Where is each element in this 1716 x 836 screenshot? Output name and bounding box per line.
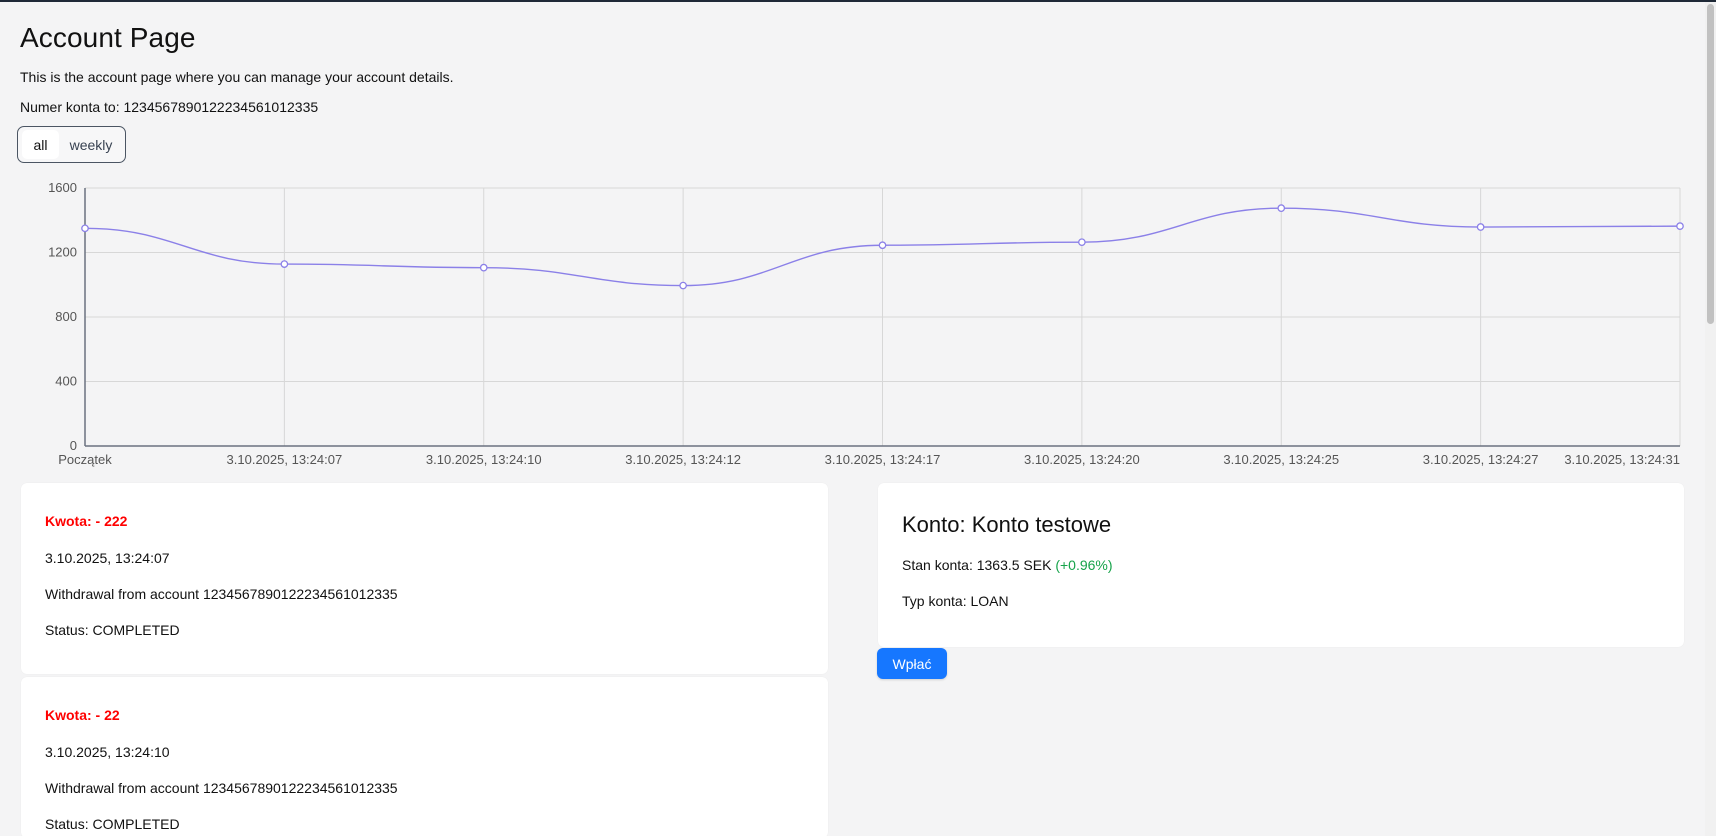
chart-data-point[interactable] — [679, 281, 687, 290]
account-type: Typ konta: LOAN — [902, 593, 1009, 609]
account-name: Konto: Konto testowe — [902, 512, 1112, 537]
balance-change-percent: (+0.96%) — [1055, 557, 1113, 573]
chart-x-tick-label: 3.10.2025, 13:24:12 — [625, 452, 741, 467]
transaction-amount: Kwota: - 222 — [45, 513, 128, 529]
transaction-amount: Kwota: - 22 — [45, 707, 120, 723]
account-summary-card: Konto: Konto testowe Stan konta: 1363.5 … — [878, 483, 1684, 647]
chart-x-tick-label: 3.10.2025, 13:24:17 — [825, 452, 941, 467]
chart-data-point[interactable] — [1676, 222, 1684, 230]
account-balance-label: Stan konta: 1363.5 SEK — [902, 557, 1056, 573]
page-description: This is the account page where you can m… — [20, 69, 454, 85]
chart-y-tick-label: 0 — [70, 438, 77, 453]
chart-data-point[interactable] — [81, 224, 89, 233]
toggle-all-button[interactable]: all — [22, 130, 59, 159]
transaction-description: Withdrawal from account 1234567890122234… — [45, 780, 398, 796]
balance-chart: 0 400 800 1200 1600 Początek 3.10.2025, 13:24:… — [40, 174, 1685, 479]
account-number: Numer konta to: 123456789012223456101233… — [20, 99, 319, 115]
transaction-description: Withdrawal from account 1234567890122234… — [45, 586, 398, 602]
transaction-status: Status: COMPLETED — [45, 622, 180, 638]
chart-range-toggle: all weekly — [17, 126, 126, 163]
scrollbar-thumb[interactable] — [1707, 4, 1714, 324]
chart-x-tick-label: 3.10.2025, 13:24:27 — [1423, 452, 1539, 467]
transaction-status: Status: COMPLETED — [45, 816, 180, 832]
transaction-date: 3.10.2025, 13:24:10 — [45, 744, 170, 760]
chart-data-point[interactable] — [1277, 204, 1286, 213]
chart-y-tick-label: 1200 — [48, 245, 77, 260]
vertical-scrollbar[interactable] — [1705, 2, 1716, 836]
transaction-card: Kwota: - 222 3.10.2025, 13:24:07 Withdra… — [21, 483, 828, 674]
chart-data-point[interactable] — [479, 263, 488, 272]
chart-x-tick-label: 3.10.2025, 13:24:10 — [426, 452, 542, 467]
chart-x-tick-label: 3.10.2025, 13:24:07 — [227, 452, 343, 467]
chart-data-point[interactable] — [280, 260, 289, 268]
balance-chart-svg: 0 400 800 1200 1600 Początek 3.10.2025, 13:24:… — [48, 180, 1684, 467]
chart-x-tick-label: Początek — [58, 452, 112, 467]
chart-data-point[interactable] — [878, 241, 887, 250]
chart-y-tick-label: 1600 — [48, 180, 77, 195]
chart-data-point[interactable] — [1078, 238, 1086, 247]
transaction-date: 3.10.2025, 13:24:07 — [45, 550, 170, 566]
toggle-weekly-button[interactable]: weekly — [61, 130, 121, 159]
transaction-card: Kwota: - 22 3.10.2025, 13:24:10 Withdraw… — [21, 677, 828, 836]
page-title: Account Page — [20, 22, 196, 53]
chart-data-point[interactable] — [1476, 223, 1485, 231]
account-balance: Stan konta: 1363.5 SEK (+0.96%) — [902, 557, 1660, 573]
chart-x-tick-label: 3.10.2025, 13:24:25 — [1223, 452, 1339, 467]
chart-x-tick-label: 3.10.2025, 13:24:31 — [1564, 452, 1680, 467]
chart-y-tick-label: 400 — [55, 374, 77, 389]
deposit-button[interactable]: Wpłać — [877, 648, 947, 679]
account-page: Account Page This is the account page wh… — [0, 0, 1716, 836]
chart-y-tick-label: 800 — [55, 309, 77, 324]
chart-x-tick-label: 3.10.2025, 13:24:20 — [1024, 452, 1140, 467]
